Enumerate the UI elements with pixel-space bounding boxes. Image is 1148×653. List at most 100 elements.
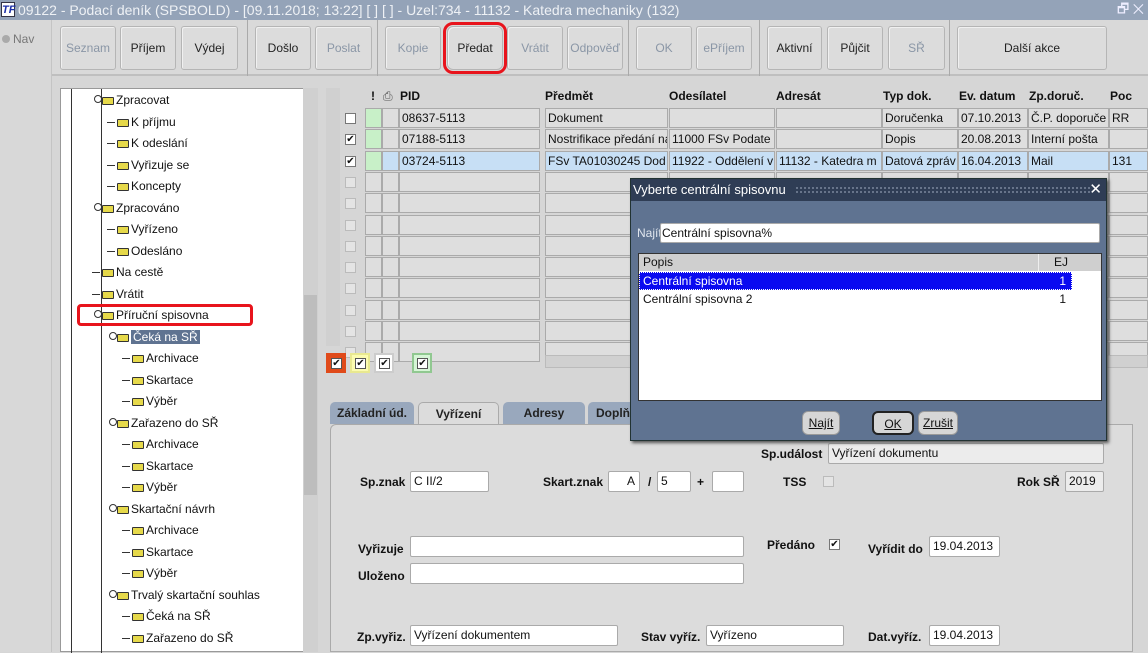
row-checkbox[interactable] (345, 283, 356, 295)
cell-pid[interactable]: 07188-5113 (399, 129, 540, 150)
cell-ev_datum[interactable]: 07.10.2013 (958, 108, 1028, 128)
column-header-typ[interactable]: Typ dok. (883, 88, 931, 104)
ulozeno-field[interactable] (410, 563, 744, 584)
column-header-adresat[interactable]: Adresát (776, 88, 821, 104)
color-filter-checkbox[interactable]: ✔ (412, 353, 432, 373)
expand-icon[interactable] (109, 417, 117, 426)
cell-pid[interactable]: 08637-5113 (399, 108, 540, 128)
row-checkbox[interactable] (345, 326, 356, 337)
grid-scrollbar[interactable] (326, 88, 340, 346)
cell-zp_doruc[interactable]: Interní pošta (1028, 129, 1109, 150)
tree-item[interactable]: Skartační návrh (117, 500, 215, 518)
find-input[interactable]: Centrální spisovna% (660, 223, 1100, 243)
window-controls[interactable]: 🗗 ✕ (1117, 0, 1144, 22)
sp-znak-field[interactable]: C II/2 (410, 471, 489, 492)
tab-vyřízení[interactable]: Vyřízení (418, 402, 499, 424)
cell-pid[interactable]: 03724-5113 (399, 150, 540, 171)
tree-item[interactable]: Výběr (132, 564, 177, 582)
skart-lhuta-field[interactable]: 5 (657, 471, 691, 492)
sp-udalost-field[interactable]: Vyřízení dokumentu (828, 443, 1104, 464)
row-checkbox[interactable]: ✔ (345, 134, 356, 146)
tss-checkbox[interactable] (823, 476, 834, 487)
column-header-ev_datum[interactable]: Ev. datum (959, 88, 1015, 104)
skart-znak-field[interactable]: A (608, 471, 640, 492)
color-filter-checkbox[interactable]: ✔ (350, 353, 370, 373)
tree-item[interactable]: Skartace (132, 371, 193, 389)
tree-scrollbar-thumb[interactable] (304, 295, 317, 495)
row-checkbox[interactable] (345, 176, 356, 188)
dialog-list-row[interactable]: Centrální spisovna 2 1 (639, 290, 1072, 308)
cell-typ[interactable]: Datová zpráv (882, 150, 958, 171)
cell-zp_doruc[interactable]: Č.P. doporuče (1028, 108, 1109, 128)
cell-poc[interactable] (1109, 129, 1148, 150)
expand-icon[interactable] (109, 503, 117, 512)
cell-zp_doruc[interactable]: Mail (1028, 150, 1109, 171)
cell-typ[interactable]: Dopis (882, 129, 958, 150)
vyrizuje-field[interactable] (410, 536, 744, 557)
cell-predmet[interactable]: Nostrifikace předání na (545, 129, 668, 150)
ok-button[interactable]: OK (872, 411, 914, 435)
tree-item[interactable]: Zpracováno (102, 199, 179, 217)
toolbar-button-půjčit[interactable]: Půjčit (827, 26, 883, 70)
tree-item[interactable]: K odeslání (117, 134, 188, 152)
expand-icon[interactable] (109, 589, 117, 598)
tree-item[interactable]: Skartace (132, 543, 193, 561)
expand-icon[interactable] (94, 95, 102, 103)
tab-adresy[interactable]: Adresy (503, 402, 585, 424)
tree-item[interactable]: Vyřízeno (117, 220, 178, 238)
tree-item[interactable]: Archivace (132, 435, 199, 453)
tree-item[interactable]: Zařazeno do SŘ (117, 414, 218, 432)
col-header-popis[interactable]: Popis (643, 255, 673, 269)
nav-radio[interactable]: Nav (2, 32, 34, 46)
expand-icon[interactable] (94, 202, 102, 211)
tree-item[interactable]: Zpracovat (102, 91, 169, 109)
dialog-list-row[interactable]: Centrální spisovna 1 (639, 272, 1072, 290)
tree-item[interactable]: Čeká na SŘ (132, 607, 211, 625)
tree-item[interactable]: Archivace (132, 521, 199, 539)
toolbar-button-sř[interactable]: SŘ (888, 26, 945, 70)
cell-adresat[interactable] (776, 129, 882, 150)
toolbar-button-vrátit[interactable]: Vrátit (507, 26, 563, 70)
skart-extra-field[interactable] (712, 471, 744, 492)
vyridit-do-field[interactable]: 19.04.2013 (929, 536, 1000, 557)
stav-vyriz-field[interactable]: Vyřízeno (706, 625, 844, 646)
close-icon[interactable]: ✕ (1089, 179, 1102, 201)
cell-adresat[interactable]: 11132 - Katedra m (776, 150, 882, 171)
cell-poc[interactable]: 131 (1109, 150, 1148, 171)
zp-vyriz-field[interactable]: Vyřízení dokumentem (410, 625, 618, 646)
tree-item[interactable]: Trvalý skartační souhlas (117, 586, 260, 604)
toolbar-button-ok[interactable]: OK (636, 26, 692, 70)
toolbar-button-došlo[interactable]: Došlo (255, 26, 311, 70)
tab-základníúd[interactable]: Základní úd. (330, 402, 414, 424)
tree-item[interactable]: Archivace (132, 349, 199, 367)
row-checkbox[interactable] (345, 304, 356, 316)
toolbar-button-další-akce[interactable]: Další akce (957, 26, 1107, 70)
cancel-button[interactable]: Zrušit (918, 411, 958, 435)
find-button[interactable]: Najít (802, 411, 840, 435)
tree-item[interactable]: Skartace (132, 457, 193, 475)
row-checkbox[interactable]: ✔ (345, 155, 356, 167)
color-filter-checkbox[interactable]: ✔ (326, 353, 346, 373)
toolbar-button-aktivní[interactable]: Aktivní (767, 26, 822, 70)
tree-item[interactable]: Vyřizuje se (117, 156, 189, 174)
cell-odesilatel[interactable]: 11000 FSv Podate (669, 129, 775, 150)
toolbar-button-odpověď[interactable]: Odpověď (567, 26, 623, 70)
toolbar-button-předat[interactable]: Předat (443, 22, 507, 74)
cell-poc[interactable]: RR (1109, 108, 1148, 128)
cell-predmet[interactable]: Dokument (545, 108, 668, 128)
row-checkbox[interactable] (345, 240, 356, 252)
predano-checkbox[interactable]: ✔ (829, 539, 840, 550)
tree-item[interactable]: Vrátit (102, 285, 144, 303)
toolbar-button-kopie[interactable]: Kopie (385, 26, 441, 70)
toolbar-button-výdej[interactable]: Výdej (181, 26, 238, 70)
cell-odesilatel[interactable] (669, 108, 775, 128)
dat-vyriz-field[interactable]: 19.04.2013 (929, 625, 1000, 646)
column-header-pid[interactable]: PID (400, 88, 420, 104)
tree-item[interactable]: Zařazeno do SŘ (132, 629, 233, 647)
column-header-poc[interactable]: Poc (1110, 88, 1132, 104)
tree-item[interactable]: K příjmu (117, 113, 176, 131)
tree-item[interactable]: Na cestě (102, 263, 163, 281)
row-checkbox[interactable] (345, 219, 356, 231)
toolbar-button-epříjem[interactable]: ePříjem (696, 26, 752, 70)
toolbar-button-příjem[interactable]: Příjem (120, 26, 176, 70)
